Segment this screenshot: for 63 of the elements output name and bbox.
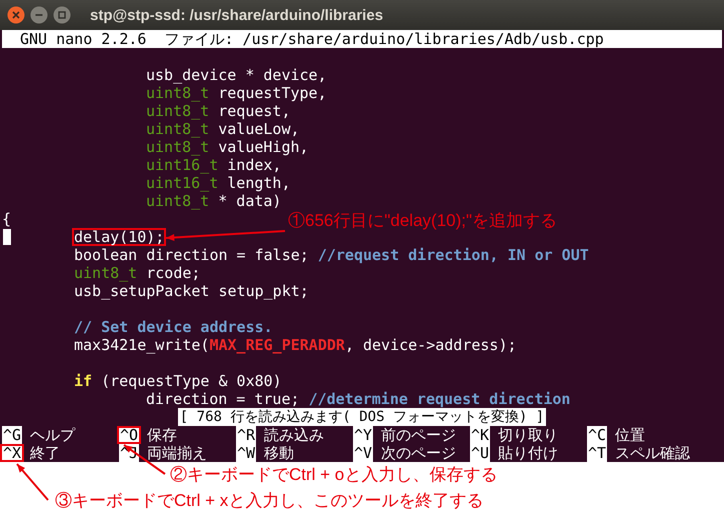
code-text: valueHigh, (217, 138, 309, 156)
shortcut-label: ヘルプ (30, 426, 76, 444)
code-text: request, (217, 102, 290, 120)
code-text: // Set device address. (74, 318, 273, 336)
code-text: valueLow, (217, 120, 300, 138)
code-text: { (2, 210, 12, 228)
shortcut-label: 保存 (147, 426, 178, 444)
close-icon[interactable] (7, 6, 25, 24)
shortcut-label: 切り取り (498, 426, 558, 444)
code-text: uint16_t (146, 156, 218, 174)
shortcut-label: 前のページ (381, 426, 456, 444)
code-text: uint8_t (146, 102, 210, 120)
shortcut-label: 両端揃え (147, 444, 208, 462)
shortcut-key: ^C (587, 426, 608, 444)
annotation-text: ①656行目に"delay(10);"を追加する (288, 210, 558, 232)
shortcut-label: スペル確認 (615, 444, 690, 462)
code-text: requestType, (217, 84, 327, 102)
shortcut-label: 次のページ (381, 444, 456, 462)
shortcut-key: ^U (470, 444, 490, 462)
code-text: rcode; (145, 264, 200, 282)
status-message: [ 768 行を読み込みます( DOS フォーマットを変換) ] (178, 408, 546, 426)
shortcut-key: ^W (236, 444, 256, 462)
code-text: usb_device * device, (146, 66, 327, 84)
code-text: uint8_t (146, 192, 210, 210)
code-text: if (74, 372, 92, 390)
annotation-text: ③キーボードでCtrl + xと入力し、このツールを終了する (55, 490, 484, 512)
shortcut-key: ^V (353, 444, 374, 462)
code-text: max3421e_write( (74, 336, 210, 354)
code-text: boolean direction = false; (74, 246, 310, 264)
shortcut-key: ^R (236, 426, 256, 444)
code-text: * data) (217, 192, 282, 210)
code-text: direction = true; (146, 390, 301, 408)
code-text: //request direction, IN or OUT (318, 246, 589, 264)
annotation-text: ②キーボードでCtrl + oと入力し、保存する (170, 464, 498, 486)
code-text: uint8_t (146, 84, 210, 102)
code-text: length, (226, 174, 290, 192)
highlighted-code: delay(10); (72, 228, 166, 246)
shortcut-key: ^G (2, 426, 22, 444)
code-text: , device->address); (344, 336, 517, 354)
shortcut-key: ^T (587, 444, 608, 462)
shortcut-label: 移動 (264, 444, 294, 462)
arrow (16, 463, 49, 501)
shortcut-key: ^X (0, 444, 24, 462)
code-text: usb_setupPacket setup_pkt; (74, 282, 309, 300)
editor-header: GNU nano 2.2.6 ファイル: /usr/share/arduino/libraries/Adb/usb.cpp (2, 30, 722, 48)
shortcut-label: 終了 (30, 444, 60, 462)
code-text: index, (226, 156, 282, 174)
shortcut-key: ^Y (353, 426, 374, 444)
code-text: uint8_t (146, 120, 210, 138)
code-text: //determine request direction (308, 390, 570, 408)
shortcut-key: ^K (470, 426, 490, 444)
code-text: (requestType & 0x80) (100, 372, 282, 390)
maximize-icon[interactable] (53, 6, 71, 24)
shortcut-label: 読み込み (264, 426, 324, 444)
minimize-icon[interactable] (30, 6, 48, 24)
shortcut-label: 位置 (615, 426, 646, 444)
shortcut-key: ^O (117, 426, 142, 444)
window-title: stp@stp-ssd: /usr/share/arduino/libraries (90, 6, 384, 24)
code-text: uint8_t (146, 138, 210, 156)
code-text: uint8_t (74, 264, 138, 282)
code-text: uint16_t (146, 174, 218, 192)
shortcut-label: 貼り付け (498, 444, 558, 462)
code-text: MAX_REG_PERADDR (209, 336, 345, 354)
